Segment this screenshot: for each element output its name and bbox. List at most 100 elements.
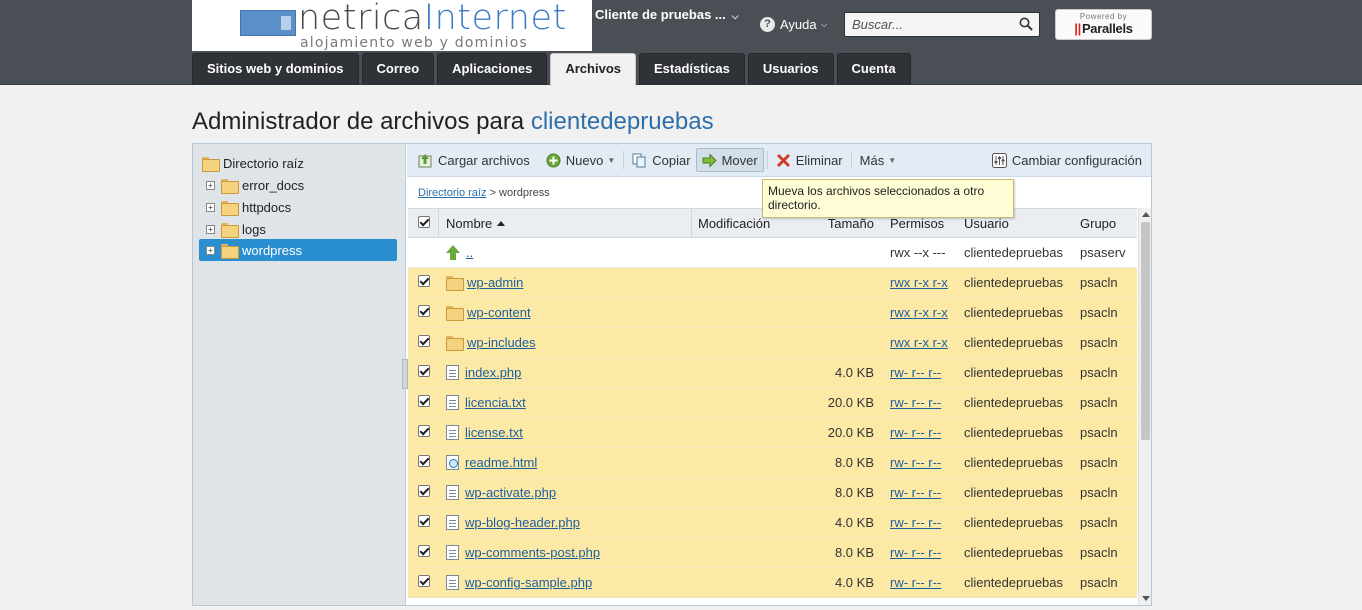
tab-aplicaciones[interactable]: Aplicaciones: [437, 53, 548, 85]
help-menu[interactable]: ? Ayuda ⌵: [760, 17, 827, 32]
row-checkbox[interactable]: [418, 335, 430, 350]
row-checkbox[interactable]: [418, 515, 430, 530]
table-row[interactable]: wp-admin rwx r-x r-x clientedepruebas ps…: [408, 268, 1137, 298]
table-row[interactable]: wp-comments-post.php 8.0 KB rw- r-- r-- …: [408, 538, 1137, 568]
delete-button[interactable]: Eliminar: [771, 148, 848, 172]
permissions-link[interactable]: rw- r-- r--: [890, 425, 941, 440]
search-input[interactable]: [845, 13, 1010, 36]
logo-mark-icon: [240, 10, 296, 36]
page-title-client: clientedepruebas: [530, 108, 714, 135]
group-value: psaserv: [1080, 245, 1126, 260]
user-value: clientedepruebas: [964, 545, 1064, 560]
move-button[interactable]: Mover: [695, 148, 764, 172]
table-row[interactable]: index.php 4.0 KB rw- r-- r-- clientedepr…: [408, 358, 1137, 388]
permissions-link[interactable]: rw- r-- r--: [890, 365, 941, 380]
tab-correo[interactable]: Correo: [361, 53, 435, 85]
table-row[interactable]: wp-includes rwx r-x r-x clientedepruebas…: [408, 328, 1137, 358]
more-button[interactable]: Más ▼: [855, 148, 901, 172]
permissions-link[interactable]: rwx r-x r-x: [890, 305, 948, 320]
powered-by-parallels[interactable]: Powered by ||Parallels: [1055, 9, 1152, 40]
breadcrumb-root-link[interactable]: Directorio raíz: [418, 187, 486, 199]
tab-cuenta[interactable]: Cuenta: [836, 53, 911, 85]
expand-icon[interactable]: +: [206, 202, 215, 212]
row-checkbox[interactable]: [418, 485, 430, 500]
tree-item-error-docs[interactable]: + error_docs: [206, 174, 396, 196]
table-row[interactable]: wp-config-sample.php 4.0 KB rw- r-- r-- …: [408, 568, 1137, 598]
row-checkbox[interactable]: [418, 275, 430, 290]
copy-button[interactable]: Copiar: [627, 148, 695, 172]
permissions-link[interactable]: rw- r-- r--: [890, 485, 941, 500]
client-menu[interactable]: Cliente de pruebas ... ⌵: [595, 7, 739, 22]
expand-icon[interactable]: +: [206, 180, 215, 190]
permissions-link[interactable]: rw- r-- r--: [890, 545, 941, 560]
file-link[interactable]: index.php: [465, 365, 521, 380]
column-name[interactable]: Nombre: [446, 216, 506, 231]
row-checkbox[interactable]: [418, 545, 430, 560]
logo[interactable]: netricaInternet alojamiento web y domini…: [192, 0, 592, 51]
permissions-link[interactable]: rw- r-- r--: [890, 455, 941, 470]
tab-sitios-web[interactable]: Sitios web y dominios: [192, 53, 359, 85]
file-link[interactable]: wp-config-sample.php: [465, 575, 592, 590]
file-link[interactable]: ..: [466, 245, 473, 260]
permissions-link[interactable]: rw- r-- r--: [890, 515, 941, 530]
file-link[interactable]: wp-content: [467, 305, 531, 320]
tree-item-logs[interactable]: + logs: [206, 218, 396, 240]
permissions-link[interactable]: rwx r-x r-x: [890, 275, 948, 290]
permissions-link[interactable]: rw- r-- r--: [890, 575, 941, 590]
select-all-checkbox[interactable]: [418, 215, 430, 231]
tree-item-root[interactable]: Directorio raíz: [202, 152, 397, 174]
table-row[interactable]: license.txt 20.0 KB rw- r-- r-- cliented…: [408, 418, 1137, 448]
tree-item-label: wordpress: [242, 242, 302, 258]
permissions-link[interactable]: rw- r-- r--: [890, 395, 941, 410]
scroll-down-icon[interactable]: [1142, 596, 1150, 601]
file-link[interactable]: wp-activate.php: [465, 485, 556, 500]
table-row-parent[interactable]: .. rwx --x --- clientedepruebas psaserv: [408, 238, 1137, 268]
chevron-down-icon: ⌵: [731, 11, 739, 21]
main-tabs: Sitios web y dominios Correo Aplicacione…: [192, 53, 914, 86]
copy-label: Copiar: [652, 152, 691, 168]
breadcrumb: Directorio raíz > wordpress: [418, 187, 550, 199]
file-link[interactable]: wp-blog-header.php: [465, 515, 580, 530]
file-link[interactable]: wp-comments-post.php: [465, 545, 600, 560]
scrollbar-thumb[interactable]: [1141, 222, 1150, 440]
permissions-link[interactable]: rwx r-x r-x: [890, 335, 948, 350]
change-settings-label: Cambiar configuración: [1011, 152, 1142, 168]
tab-usuarios[interactable]: Usuarios: [747, 53, 834, 85]
row-checkbox[interactable]: [418, 455, 430, 470]
column-modified[interactable]: Modificación: [698, 216, 770, 231]
file-link[interactable]: license.txt: [465, 425, 523, 440]
row-checkbox[interactable]: [418, 365, 430, 380]
tab-archivos[interactable]: Archivos: [550, 53, 636, 86]
expand-icon[interactable]: +: [206, 224, 215, 234]
table-row[interactable]: wp-blog-header.php 4.0 KB rw- r-- r-- cl…: [408, 508, 1137, 538]
group-value: psacln: [1080, 485, 1118, 500]
file-link[interactable]: wp-includes: [467, 335, 536, 350]
search-icon[interactable]: [1019, 17, 1033, 31]
vertical-scrollbar[interactable]: [1138, 208, 1151, 605]
row-checkbox[interactable]: [418, 305, 430, 320]
file-grid: Nombre Modificación Tamaño Permisos Usua…: [408, 208, 1137, 605]
row-checkbox[interactable]: [418, 425, 430, 440]
tab-estadisticas[interactable]: Estadísticas: [639, 53, 745, 85]
row-checkbox[interactable]: [418, 395, 430, 410]
file-link[interactable]: wp-admin: [467, 275, 523, 290]
size-value: 4.0 KB: [834, 515, 874, 530]
file-link[interactable]: readme.html: [465, 455, 537, 470]
table-row[interactable]: wp-content rwx r-x r-x clientedepruebas …: [408, 298, 1137, 328]
table-row[interactable]: licencia.txt 20.0 KB rw- r-- r-- cliente…: [408, 388, 1137, 418]
file-link[interactable]: licencia.txt: [465, 395, 526, 410]
table-row[interactable]: wp-activate.php 8.0 KB rw- r-- r-- clien…: [408, 478, 1137, 508]
column-group[interactable]: Grupo: [1080, 216, 1116, 231]
new-button[interactable]: Nuevo ▼: [541, 148, 621, 172]
file-icon: [446, 515, 459, 530]
row-checkbox[interactable]: [418, 575, 430, 590]
table-row[interactable]: readme.html 8.0 KB rw- r-- r-- clientede…: [408, 448, 1137, 478]
tree-item-wordpress[interactable]: + wordpress: [199, 239, 397, 261]
logo-text: netricaInternet: [298, 0, 567, 38]
scroll-up-icon[interactable]: [1142, 212, 1150, 217]
tree-item-httpdocs[interactable]: + httpdocs: [206, 196, 396, 218]
user-value: clientedepruebas: [964, 275, 1064, 290]
expand-icon[interactable]: +: [206, 245, 215, 255]
upload-button[interactable]: Cargar archivos: [413, 148, 535, 172]
change-settings-button[interactable]: Cambiar configuración: [987, 148, 1147, 172]
